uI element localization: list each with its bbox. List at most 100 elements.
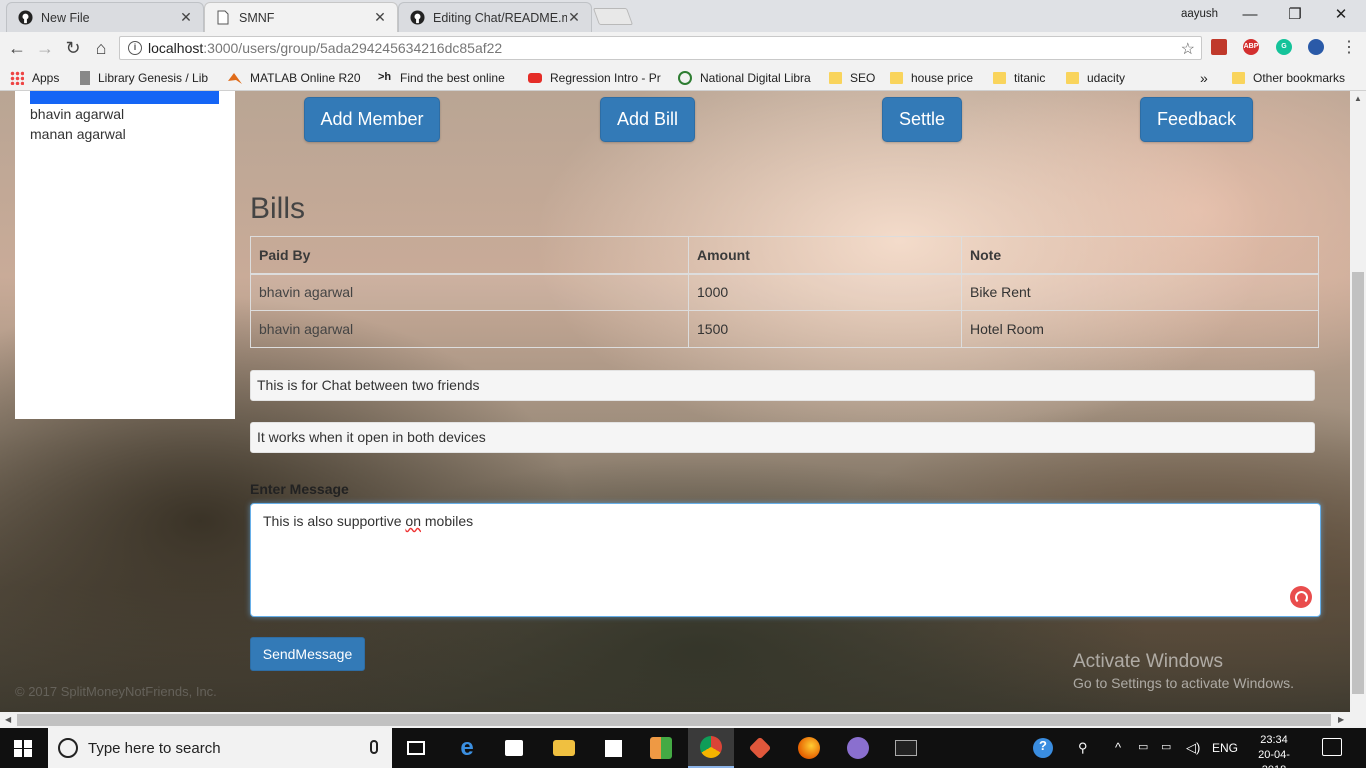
bookmark-apps[interactable]: Apps [10, 69, 70, 86]
bookmark-folder-udacity[interactable]: udacity [1066, 69, 1136, 86]
home-icon[interactable]: ⌂ [90, 37, 112, 59]
scroll-left-icon[interactable]: ◀ [5, 715, 11, 724]
ndl-icon [678, 70, 692, 85]
apps-icon [10, 70, 24, 85]
close-icon[interactable]: ✕ [567, 9, 581, 26]
cell-paid-by: bhavin agarwal [250, 310, 689, 348]
close-icon[interactable]: ✕ [373, 9, 387, 26]
horizontal-scrollbar[interactable]: ◀ ▶ [0, 712, 1366, 728]
message-textarea[interactable]: This is also supportive on mobiles [250, 503, 1321, 617]
restore-button[interactable]: ❐ [1285, 5, 1305, 25]
microphone-icon[interactable] [370, 740, 378, 754]
grammarly-icon[interactable]: G [1276, 39, 1292, 55]
minimize-button[interactable]: — [1240, 5, 1260, 25]
members-sidebar: bhavin agarwal manan agarwal [15, 91, 235, 419]
folder-icon [829, 71, 842, 84]
bookmark-regression-intro[interactable]: Regression Intro - Pr [528, 69, 664, 86]
volume-icon[interactable]: ◁) [1186, 740, 1200, 756]
extension-globe-icon[interactable] [1308, 39, 1324, 55]
bookmark-folder-house-price[interactable]: house price [890, 69, 984, 86]
add-member-button[interactable]: Add Member [304, 97, 440, 142]
cell-amount: 1000 [688, 273, 962, 311]
selected-group-item[interactable] [30, 91, 219, 104]
system-clock[interactable]: 23:34 20-04-2018 [1249, 733, 1299, 768]
firefox-icon[interactable] [786, 728, 832, 768]
add-bill-button[interactable]: Add Bill [600, 97, 695, 142]
send-message-button[interactable]: SendMessage [250, 637, 365, 671]
network-icon[interactable]: ▭ [1138, 740, 1148, 753]
book-icon [80, 70, 90, 85]
menu-icon[interactable]: ⋮ [1338, 37, 1360, 59]
bookmark-star-icon[interactable]: ☆ [1181, 39, 1195, 59]
bookmark-find-best[interactable]: >h Find the best online [378, 69, 512, 86]
scrollbar-thumb[interactable] [1352, 272, 1364, 694]
people-icon[interactable]: ⚲ [1078, 740, 1088, 756]
member-item[interactable]: manan agarwal [30, 126, 126, 142]
tab-title: Editing Chat/README.md [433, 10, 567, 25]
message-label: Enter Message [250, 481, 349, 497]
tab-smnf[interactable]: SMNF ✕ [204, 2, 398, 32]
chevron-up-icon[interactable]: ^ [1115, 740, 1121, 755]
feedback-button[interactable]: Feedback [1140, 97, 1253, 142]
office-icon[interactable] [638, 728, 684, 768]
adblock-icon[interactable]: ABP [1243, 39, 1259, 55]
close-window-button[interactable]: ✕ [1331, 5, 1351, 25]
clock-time: 23:34 [1260, 734, 1288, 746]
tab-editing-readme[interactable]: Editing Chat/README.md ✕ [398, 2, 592, 32]
bookmark-other-bookmarks[interactable]: Other bookmarks [1232, 69, 1362, 86]
back-icon[interactable]: ← [6, 37, 28, 59]
git-icon[interactable] [737, 728, 783, 768]
vertical-scrollbar[interactable]: ▲ [1350, 91, 1366, 712]
cortana-icon [58, 738, 78, 758]
chat-message: It works when it open in both devices [250, 422, 1315, 453]
grammarly-icon[interactable] [1290, 586, 1312, 608]
folder-icon [890, 71, 903, 84]
help-icon[interactable]: ? [1033, 738, 1053, 758]
profile-name[interactable]: aayush [1181, 8, 1218, 20]
visual-studio-icon[interactable] [835, 728, 881, 768]
file-explorer-icon[interactable] [541, 728, 587, 768]
extension-pdf-icon[interactable] [1211, 39, 1227, 55]
close-icon[interactable]: ✕ [179, 9, 193, 26]
battery-icon[interactable]: ▭ [1161, 740, 1171, 753]
scrollbar-thumb[interactable] [17, 714, 1331, 726]
forward-icon[interactable]: → [34, 37, 56, 59]
command-prompt-icon[interactable] [883, 728, 929, 768]
tab-strip: New File ✕ SMNF ✕ Editing Chat/README.md… [0, 0, 1366, 32]
tab-new-file[interactable]: New File ✕ [6, 2, 204, 32]
bookmark-library-genesis[interactable]: Library Genesis / Lib [80, 69, 214, 86]
info-icon[interactable]: i [128, 41, 142, 55]
edge-icon[interactable]: e [444, 728, 490, 768]
reload-icon[interactable]: ↻ [62, 37, 84, 59]
github-icon [409, 10, 425, 26]
table-row: bhavin agarwal 1000 Bike Rent [250, 273, 1319, 311]
search-placeholder: Type here to search [88, 739, 221, 757]
notifications-icon[interactable] [1322, 738, 1342, 756]
language-indicator[interactable]: ENG [1212, 741, 1238, 755]
windows-start-icon[interactable] [14, 740, 32, 757]
scroll-up-icon[interactable]: ▲ [1354, 94, 1362, 103]
page-viewport: bhavin agarwal manan agarwal Add Member … [0, 91, 1350, 712]
task-view-icon[interactable] [393, 728, 439, 768]
folder-icon [993, 71, 1006, 84]
tab-title: SMNF [239, 10, 275, 25]
bookmark-national-digital-library[interactable]: National Digital Libra [678, 69, 814, 86]
scroll-right-icon[interactable]: ▶ [1338, 715, 1344, 724]
matlab-icon [228, 71, 242, 85]
taskbar-search-box[interactable]: Type here to search [48, 728, 392, 768]
store-icon[interactable] [491, 728, 537, 768]
chrome-icon[interactable] [688, 728, 734, 768]
bookmark-folder-titanic[interactable]: titanic [993, 69, 1059, 86]
bookmark-folder-seo[interactable]: SEO [829, 69, 881, 86]
settle-button[interactable]: Settle [882, 97, 962, 142]
address-bar[interactable]: i localhost:3000/users/group/5ada2942456… [119, 36, 1202, 60]
cell-note: Bike Rent [961, 273, 1319, 311]
column-header-amount: Amount [688, 236, 962, 275]
member-item[interactable]: bhavin agarwal [30, 106, 124, 122]
new-tab-button[interactable] [592, 8, 634, 25]
sticky-notes-icon[interactable] [590, 728, 636, 768]
tab-title: New File [41, 10, 90, 25]
bookmark-matlab[interactable]: MATLAB Online R20 [228, 69, 362, 86]
bookmarks-overflow-icon[interactable]: » [1200, 69, 1214, 86]
url-text: localhost:3000/users/group/5ada294245634… [148, 40, 503, 56]
